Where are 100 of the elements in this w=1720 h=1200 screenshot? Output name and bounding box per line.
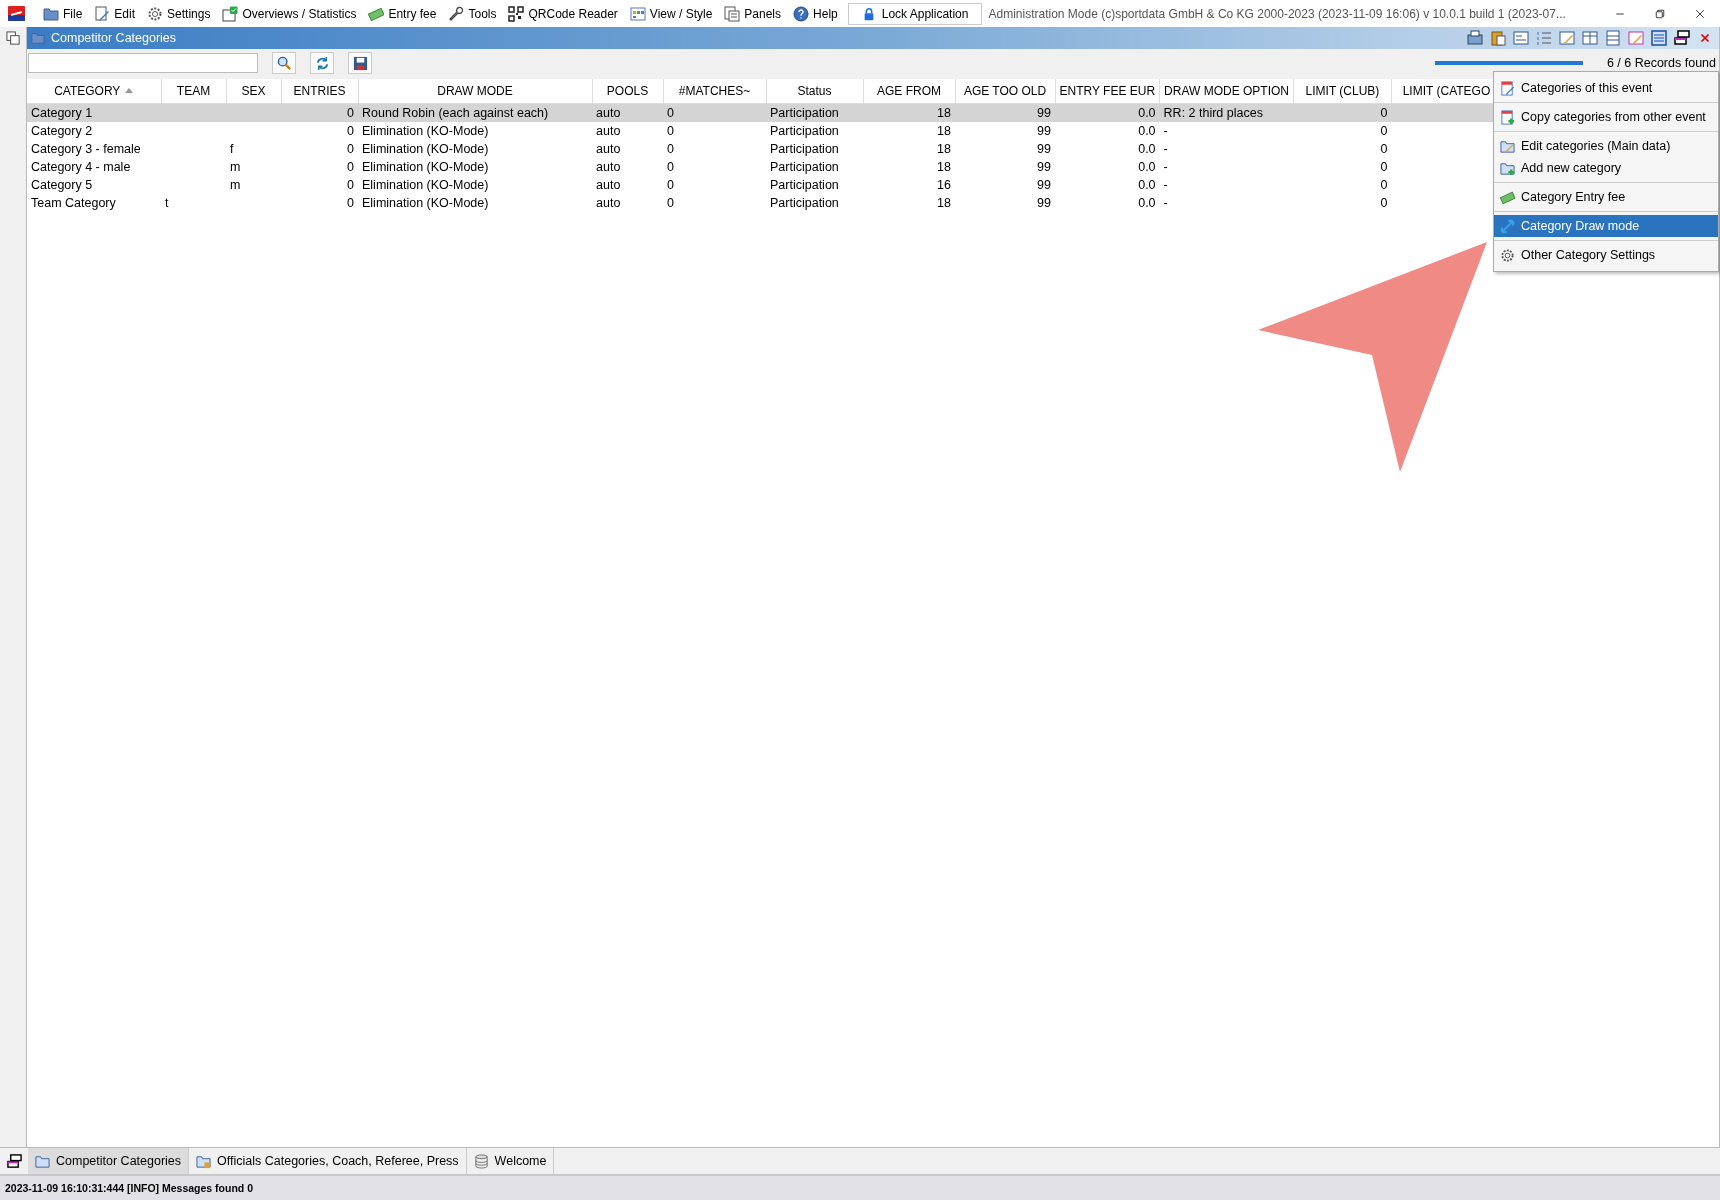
table-cell: Category 5	[31, 178, 93, 192]
status-message: 2023-11-09 16:10:31:444 [INFO] Messages found 0	[5, 1182, 254, 1194]
table-cell: 0	[347, 160, 354, 174]
table-cell: 0	[347, 142, 354, 156]
form-icon	[1513, 30, 1529, 46]
grid-window-icon	[629, 5, 646, 22]
sort-arrow-icon	[125, 88, 134, 93]
lock-application-button[interactable]: Lock Application	[847, 2, 983, 25]
table-cell: Participation	[770, 178, 839, 192]
table-cell: 99	[1037, 124, 1051, 138]
column-header[interactable]: CATEGORY	[27, 79, 161, 104]
banknote-icon	[1500, 189, 1515, 205]
menu-item[interactable]: Tools	[442, 1, 503, 26]
double-arrow-icon	[1500, 218, 1515, 234]
column-header[interactable]: POOLS	[592, 79, 663, 104]
column-header[interactable]: AGE TOO OLD	[955, 79, 1055, 104]
folder-icon	[31, 31, 45, 45]
table-cell: m	[230, 160, 241, 174]
columns-icon	[1582, 30, 1598, 46]
table-cell: Elimination (KO-Mode)	[362, 160, 489, 174]
table-cell: 0.0	[1138, 142, 1156, 156]
table-cell: 0	[347, 178, 354, 192]
column-header[interactable]: ENTRY FEE EUR	[1055, 79, 1160, 104]
edit-form-icon	[1559, 30, 1575, 46]
column-header[interactable]: Status	[766, 79, 863, 104]
table-cell: 18	[937, 124, 951, 138]
folder-icon	[43, 5, 59, 22]
table-cell: auto	[596, 196, 621, 210]
table-cell: Participation	[770, 124, 839, 138]
column-header[interactable]: TEAM	[161, 79, 226, 104]
table-cell: m	[230, 178, 241, 192]
table-cell: 0	[1380, 160, 1388, 174]
table-cell: 0.0	[1138, 106, 1156, 120]
table-cell: Team Category	[31, 196, 116, 210]
tab[interactable]: Competitor Categories	[28, 1148, 190, 1174]
table-cell: 99	[1037, 196, 1051, 210]
save-icon	[352, 55, 368, 71]
menu-item[interactable]: Entry fee	[362, 1, 443, 26]
column-header[interactable]: AGE FROM	[863, 79, 955, 104]
table-cell: 99	[1037, 106, 1051, 120]
search-field[interactable]	[28, 53, 258, 73]
table-cell: Participation	[770, 106, 839, 120]
table-cell: 0	[667, 124, 674, 138]
table-cell: 0	[1380, 196, 1388, 210]
menu-item[interactable]: View / Style	[623, 1, 719, 26]
refresh-button[interactable]	[310, 52, 334, 74]
table-cell: t	[165, 196, 169, 210]
refresh-icon	[314, 55, 330, 71]
table-cell: Participation	[770, 160, 839, 174]
column-header[interactable]: DRAW MODE	[358, 79, 592, 104]
rows-button[interactable]	[1603, 27, 1623, 49]
menu-item[interactable]: QRCode Reader	[502, 1, 624, 26]
table-cell: 0	[347, 106, 354, 120]
search-button[interactable]	[272, 52, 296, 74]
save-button[interactable]	[348, 52, 372, 74]
folder-plus-icon	[1500, 160, 1515, 176]
menu-item[interactable]: File	[37, 1, 89, 26]
table-cell: Participation	[770, 196, 839, 210]
table-cell: 0	[667, 178, 674, 192]
table-cell: 0	[1380, 142, 1388, 156]
table-cell: auto	[596, 142, 621, 156]
table-cell: -	[1163, 160, 1168, 174]
table-cell: 0	[1380, 178, 1388, 192]
numbered-list-icon	[1536, 30, 1552, 46]
table-cell: 0	[667, 142, 674, 156]
folder-badge-icon	[196, 1153, 212, 1169]
menu-item[interactable]: Settings	[141, 1, 217, 26]
document-pencil-icon	[1500, 80, 1515, 96]
search-icon	[276, 55, 292, 71]
menu-item[interactable]: Other Category Settings	[1494, 244, 1718, 266]
column-header[interactable]: DRAW MODE OPTION	[1159, 79, 1294, 104]
menu-item[interactable]: Category Draw mode	[1494, 215, 1718, 237]
column-header[interactable]: ENTRIES	[281, 79, 358, 104]
close-icon	[1694, 7, 1706, 20]
table-cell: 0.0	[1138, 124, 1156, 138]
table-cell: 18	[937, 160, 951, 174]
table-cell: Category 3 - female	[31, 142, 141, 156]
overlapping-windows-icon	[5, 31, 21, 46]
column-header[interactable]: LIMIT (CLUB)	[1293, 79, 1392, 104]
table-cell: Category 2	[31, 124, 93, 138]
column-header[interactable]: SEX	[226, 79, 281, 104]
table-cell: 0	[1380, 124, 1388, 138]
folder-icon	[35, 1153, 50, 1169]
help-icon	[793, 5, 810, 22]
table-cell: RR: 2 third places	[1163, 106, 1263, 120]
menu-item[interactable]: Overviews / Statistics	[216, 1, 363, 26]
menu-item[interactable]: Help	[787, 1, 844, 26]
table-row[interactable]: Category 1 0 Round Robin (each against each) auto 0 Participation 18 99 0.0 RR: 2 third places 0	[27, 103, 1502, 122]
menu-item[interactable]: Edit	[88, 1, 142, 26]
qr-code-icon	[508, 5, 525, 22]
pencil-document-icon	[94, 5, 111, 22]
app-logo-icon	[8, 6, 25, 21]
table-cell: auto	[596, 160, 621, 174]
column-header[interactable]: #MATCHES~	[663, 79, 766, 104]
table-button[interactable]	[1649, 27, 1669, 49]
table-cell: 99	[1037, 142, 1051, 156]
records-count: 6 / 6 Records found	[1606, 56, 1717, 70]
table-cell: 99	[1037, 178, 1051, 192]
table-cell: f	[230, 142, 234, 156]
menu-item[interactable]: Panels	[718, 1, 788, 26]
